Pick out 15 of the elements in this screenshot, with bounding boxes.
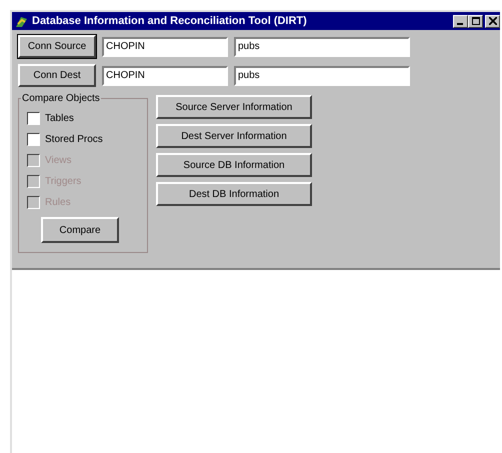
database-field[interactable]: pubs	[234, 66, 410, 86]
window-title: Database Information and Reconciliation Tool (DIRT)	[32, 15, 308, 27]
information-button[interactable]: Dest Server Information	[156, 124, 312, 148]
database-field[interactable]: pubs	[234, 36, 410, 56]
information-button[interactable]: Source Server Information	[156, 95, 312, 119]
server-field[interactable]: CHOPIN	[102, 66, 228, 86]
connect-button[interactable]: Conn Source	[18, 35, 96, 58]
checkbox-label: Stored Procs	[45, 134, 103, 145]
server-field[interactable]: CHOPIN	[102, 36, 228, 56]
compare-button[interactable]: Compare	[41, 217, 119, 243]
connect-button[interactable]: Conn Dest	[18, 64, 96, 87]
checkbox-label: Tables	[45, 113, 74, 124]
group-title: Compare Objects	[21, 93, 101, 104]
information-button[interactable]: Source DB Information	[156, 153, 312, 177]
information-button[interactable]: Dest DB Information	[156, 182, 312, 206]
